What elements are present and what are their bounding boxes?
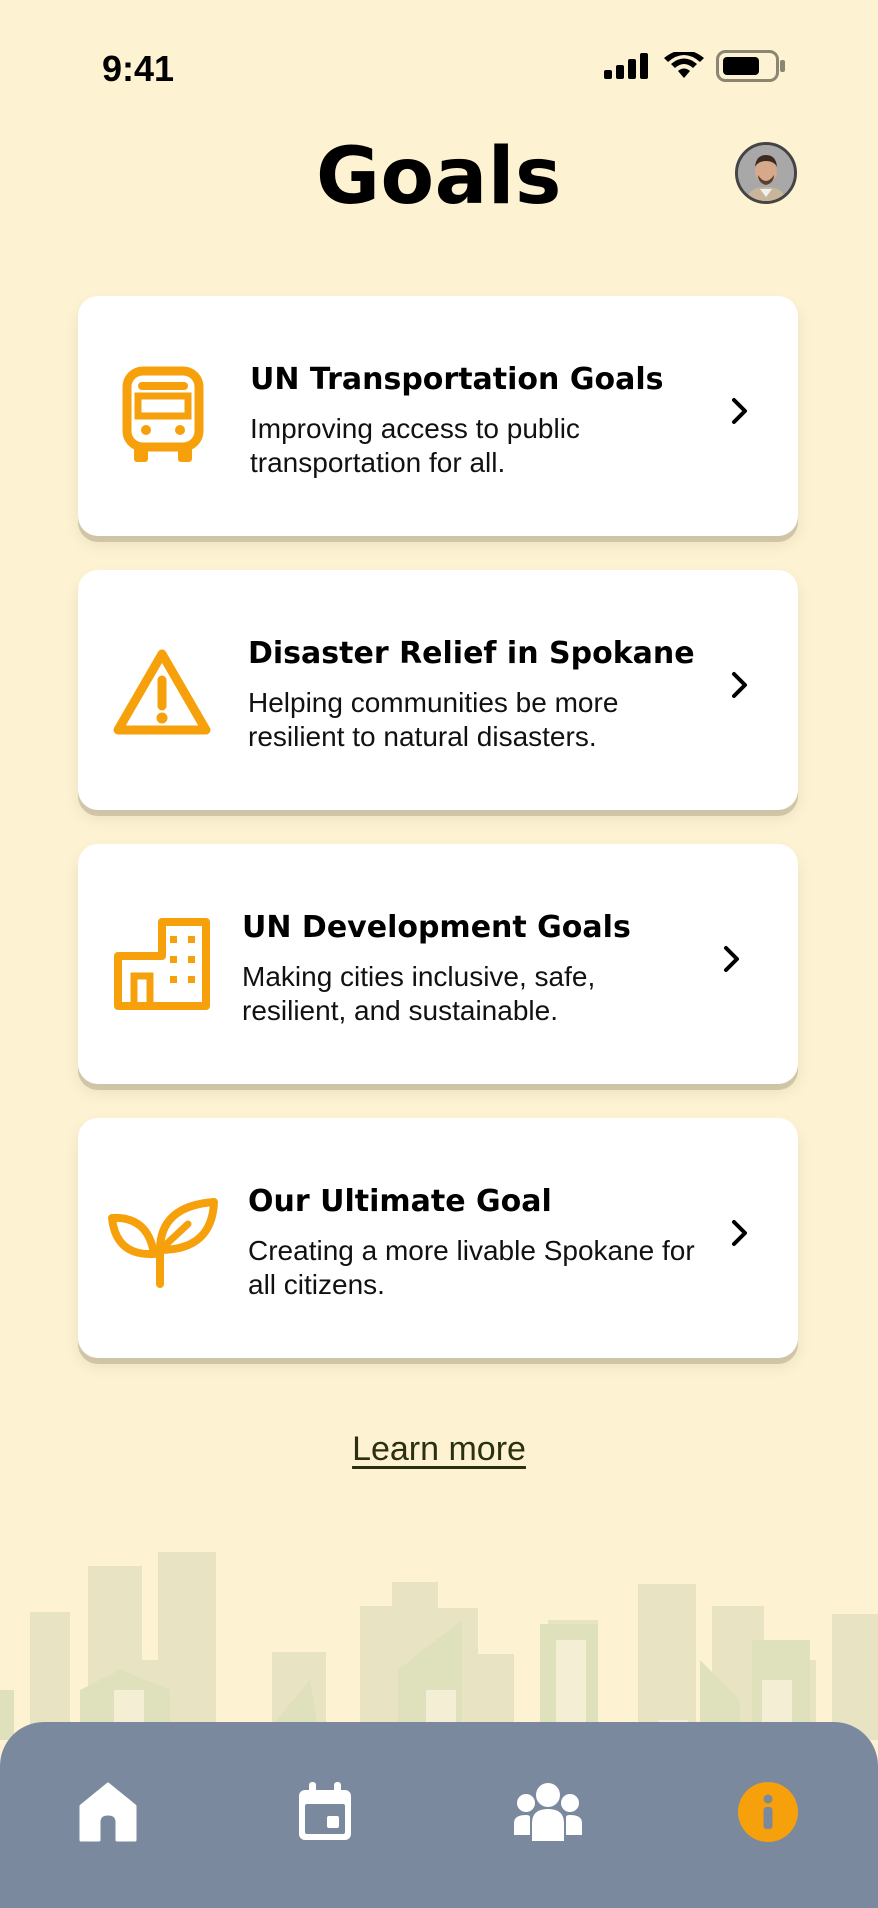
goal-description: Helping communities be more resilient to… [248, 687, 619, 752]
status-bar: 9:41 [0, 0, 878, 140]
goal-description: Making cities inclusive, safe, resilient… [242, 961, 596, 1026]
goal-title: Our Ultimate Goal [248, 1184, 552, 1219]
avatar[interactable] [735, 142, 797, 204]
nav-home[interactable] [68, 1772, 148, 1852]
goal-card-ultimate[interactable]: Our Ultimate Goal Creating a more livabl… [78, 1118, 798, 1358]
goal-title: UN Transportation Goals [250, 362, 664, 397]
bus-icon [122, 366, 204, 462]
wifi-icon [664, 52, 704, 78]
city-skyline-illustration [0, 1552, 878, 1740]
chevron-right-icon [732, 398, 747, 424]
goal-title: Disaster Relief in Spokane [248, 636, 695, 671]
nav-info[interactable] [728, 1772, 808, 1852]
warning-icon [113, 649, 211, 735]
community-icon [514, 1783, 582, 1841]
avatar-photo-icon [738, 145, 794, 201]
goal-card-disaster-relief[interactable]: Disaster Relief in Spokane Helping commu… [78, 570, 798, 810]
home-icon [79, 1782, 137, 1842]
chevron-right-icon [732, 672, 747, 698]
goal-card-transportation[interactable]: UN Transportation Goals Improving access… [78, 296, 798, 536]
battery-icon [716, 50, 785, 82]
bottom-navigation [0, 1722, 878, 1908]
info-icon [738, 1782, 798, 1842]
goal-description: Improving access to public transportatio… [250, 413, 580, 478]
goal-card-development[interactable]: UN Development Goals Making cities inclu… [78, 844, 798, 1084]
learn-more-link[interactable]: Learn more [352, 1430, 526, 1468]
calendar-icon [299, 1782, 351, 1840]
learn-more-container: Learn more [0, 1430, 878, 1469]
nav-calendar[interactable] [285, 1772, 365, 1852]
status-time: 9:41 [102, 48, 175, 89]
goal-title: UN Development Goals [242, 910, 631, 945]
chevron-right-icon [732, 1220, 747, 1246]
building-icon [114, 918, 210, 1010]
status-icons [604, 50, 786, 82]
goal-description: Creating a more livable Spokane for all … [248, 1235, 695, 1300]
nav-community[interactable] [508, 1772, 588, 1852]
sprout-icon [108, 1198, 218, 1288]
cellular-signal-icon [604, 53, 648, 79]
chevron-right-icon [724, 946, 739, 972]
